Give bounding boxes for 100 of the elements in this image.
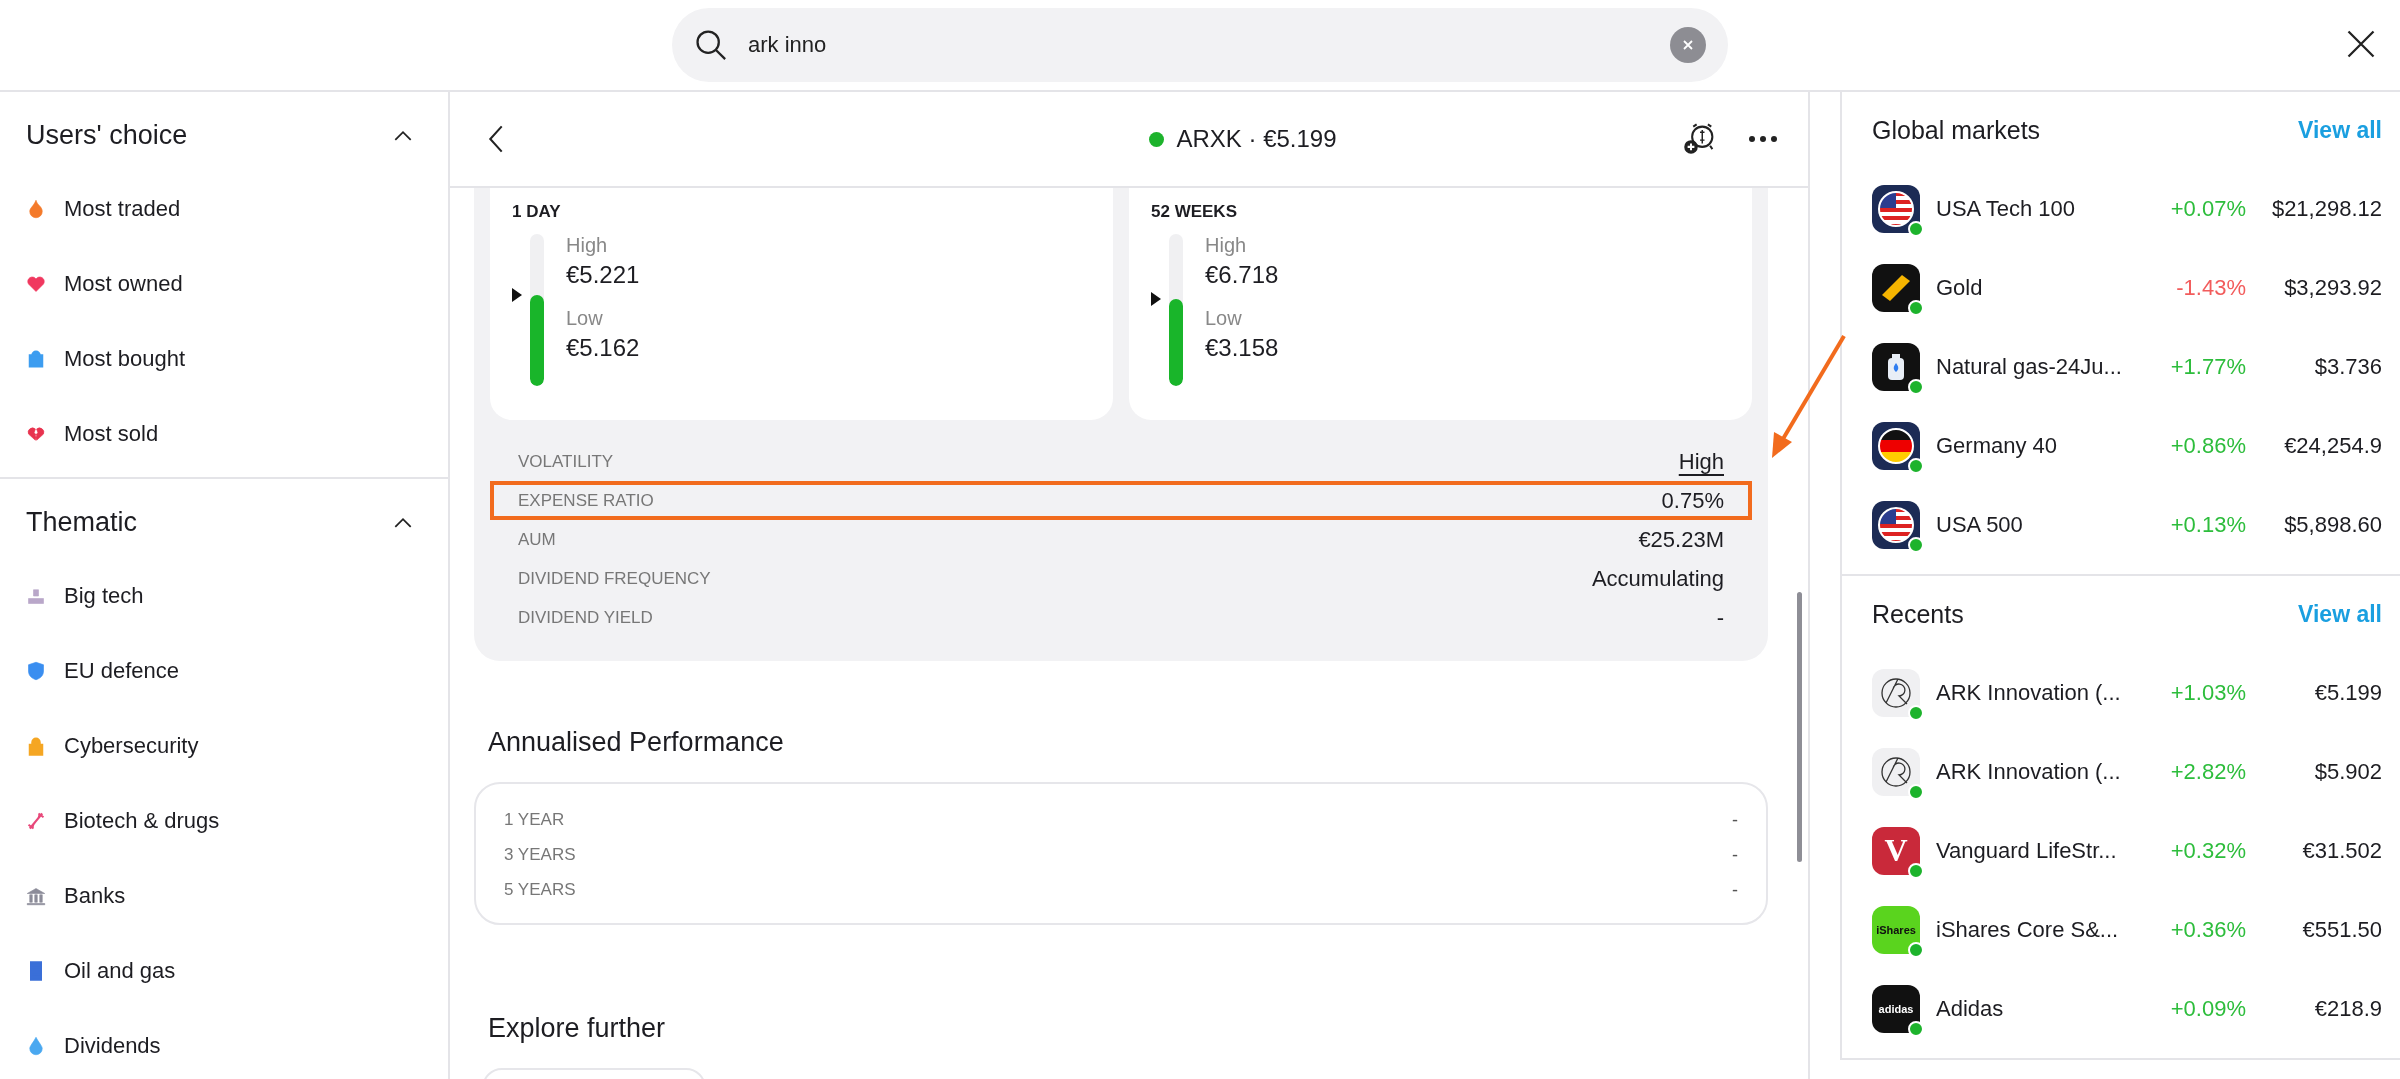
sidebar-item[interactable]: EU defence — [64, 657, 179, 684]
sidebar-item[interactable]: Most traded — [64, 195, 181, 222]
shield-icon — [26, 660, 46, 681]
section-heading: Annualised Performance — [488, 727, 785, 758]
stat-label: EXPENSE RATIO — [518, 490, 654, 511]
clear-icon[interactable] — [1682, 39, 1694, 51]
panel-heading: Recents — [1872, 600, 1964, 629]
sidebar-item[interactable]: Oil and gas — [64, 957, 176, 984]
chevron-icon[interactable] — [394, 517, 412, 528]
online-dot — [1908, 220, 1924, 237]
low-label: Low — [566, 307, 604, 330]
status-dot — [1149, 131, 1165, 147]
sidebar-item[interactable]: Most bought — [64, 345, 186, 372]
instrument-name[interactable]: ARK Innovation (... — [1936, 758, 2136, 785]
sidebar-item[interactable]: Most owned — [64, 270, 183, 297]
logo-wordmark: V — [1884, 832, 1908, 869]
instrument-price: $5.902 — [2313, 758, 2382, 785]
instrument-name[interactable]: USA Tech 100 — [1936, 195, 2136, 222]
stat-label: DIVIDEND FREQUENCY — [518, 568, 711, 589]
online-dot — [1908, 378, 1924, 395]
drop-icon — [26, 1035, 46, 1056]
heart-icon — [26, 273, 46, 294]
online-dot — [1908, 457, 1924, 474]
stat-value: 0.75% — [1661, 487, 1724, 514]
instrument-name[interactable]: Gold — [1936, 274, 2136, 301]
sidebar-item[interactable]: Dividends — [64, 1032, 161, 1059]
bank-icon — [26, 885, 46, 906]
price-change: +2.82% — [2169, 758, 2246, 785]
price-change: +0.86% — [2169, 432, 2246, 459]
stat-label: DIVIDEND YIELD — [518, 607, 653, 628]
instrument-name[interactable]: Natural gas-24Ju... — [1936, 353, 2136, 380]
price-change: +0.36% — [2169, 916, 2246, 943]
instrument-name[interactable]: Germany 40 — [1936, 432, 2136, 459]
instrument-price: $5,898.60 — [2283, 511, 2382, 538]
stat-value: - — [1716, 604, 1724, 631]
stat-label: VOLATILITY — [518, 451, 614, 472]
bag-icon — [26, 348, 46, 369]
instrument-price: €24,254.9 — [2283, 432, 2382, 459]
flame-icon — [26, 198, 46, 219]
price-change: +0.07% — [2169, 195, 2246, 222]
low-value: €5.162 — [566, 334, 640, 362]
period-value: - — [1732, 845, 1738, 866]
instrument-name[interactable]: iShares Core S&... — [1936, 916, 2136, 943]
high-value: €6.718 — [1205, 261, 1279, 289]
period-label: 3 YEARS — [504, 845, 576, 866]
logo-wordmark: adidas — [1878, 1002, 1914, 1015]
section-heading: Thematic — [26, 507, 138, 538]
stat-value: Accumulating — [1591, 565, 1724, 592]
instrument-price: €218.9 — [2313, 995, 2382, 1022]
back-icon[interactable] — [488, 124, 504, 154]
logo-wordmark: iShares — [1876, 923, 1916, 936]
online-dot — [1908, 1020, 1924, 1037]
instrument-name[interactable]: Adidas — [1936, 995, 2136, 1022]
search-icon — [694, 28, 728, 62]
instrument-price: $3.736 — [2313, 353, 2382, 380]
price-change: +0.13% — [2169, 511, 2246, 538]
instrument-price: €31.502 — [2301, 837, 2382, 864]
online-dot — [1908, 704, 1924, 721]
sidebar-item[interactable]: Cybersecurity — [64, 732, 199, 759]
search-field[interactable]: ark inno — [672, 8, 1728, 82]
instrument-title: ARXK · €5.199 — [1176, 125, 1337, 153]
online-dot — [1908, 536, 1924, 553]
stat-value: €25.23M — [1638, 526, 1724, 553]
sidebar-item[interactable]: Big tech — [64, 582, 144, 609]
stat-label: AUM — [518, 529, 556, 550]
high-label: High — [566, 234, 609, 257]
instrument-price: $3,293.92 — [2283, 274, 2382, 301]
instrument-name[interactable]: USA 500 — [1936, 511, 2136, 538]
close-button[interactable] — [2346, 29, 2376, 59]
chevron-icon[interactable] — [394, 130, 412, 141]
instrument-name[interactable]: ARK Innovation (... — [1936, 679, 2136, 706]
stat-value[interactable]: High — [1678, 448, 1724, 475]
range-title: 52 WEEKS — [1151, 202, 1238, 222]
online-dot — [1908, 862, 1924, 879]
current-price-pointer-icon — [1151, 292, 1161, 307]
low-value: €3.158 — [1205, 334, 1279, 362]
instrument-price: $21,298.12 — [2270, 195, 2382, 222]
sidebar-item[interactable]: Biotech & drugs — [64, 807, 220, 834]
lock-icon — [26, 735, 46, 756]
price-change: -1.43% — [2175, 274, 2246, 301]
section-heading: Explore further — [488, 1013, 667, 1044]
price-change: +1.77% — [2169, 353, 2246, 380]
instrument-price: €551.50 — [2301, 916, 2382, 943]
ingot-icon — [1882, 274, 1910, 301]
price-change: +0.32% — [2169, 837, 2246, 864]
search-input[interactable]: ark inno — [746, 31, 1652, 59]
online-dot — [1908, 299, 1924, 316]
sidebar-item[interactable]: Banks — [64, 882, 126, 909]
current-price-pointer-icon — [512, 287, 522, 302]
high-value: €5.221 — [566, 261, 640, 289]
sidebar-item[interactable]: Most sold — [64, 420, 159, 447]
clear-button[interactable] — [1670, 27, 1706, 63]
more-icon[interactable] — [1748, 135, 1778, 143]
scrollbar[interactable] — [1797, 592, 1802, 862]
period-value: - — [1732, 810, 1738, 831]
low-label: Low — [1205, 307, 1243, 330]
instrument-name[interactable]: Vanguard LifeStr... — [1936, 837, 2136, 864]
period-label: 5 YEARS — [504, 880, 576, 901]
gas-cylinder-icon — [1888, 353, 1904, 380]
online-dot — [1908, 783, 1924, 800]
